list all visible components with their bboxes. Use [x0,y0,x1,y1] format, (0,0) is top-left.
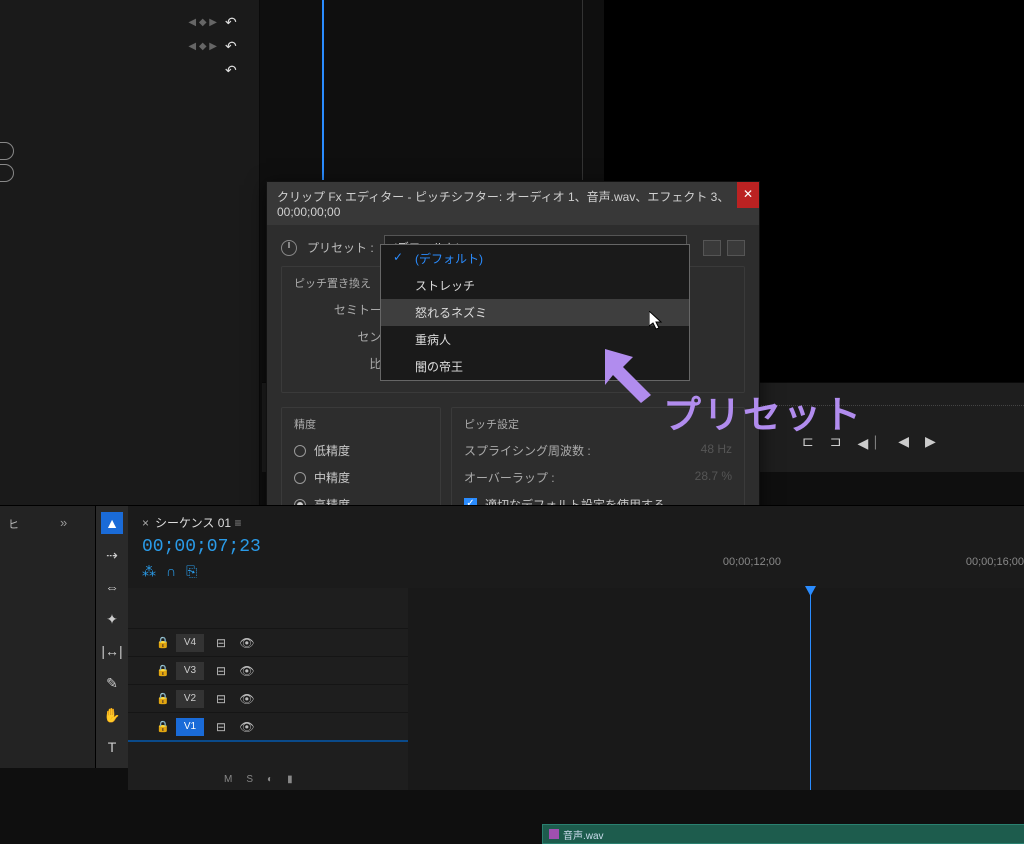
lock-icon[interactable]: 🔒 [156,636,168,649]
preset-option-dark-emperor[interactable]: 闇の帝王 [381,353,689,380]
splicing-value: 48 Hz [701,442,732,459]
ripple-edit-tool-icon[interactable]: ⇔ [101,576,123,598]
linked-selection-icon[interactable]: ⎘ [186,563,197,580]
panel-divider[interactable] [582,0,583,180]
time-ruler[interactable]: 00;00;12;00 00;00;16;00 [538,556,1024,568]
preset-option-stretch[interactable]: ストレッチ [381,272,689,299]
fx-badge-icon [549,829,559,839]
dialog-titlebar[interactable]: クリップ Fx エディター - ピッチシフター: オーディオ 1、音声.wav、… [267,182,759,225]
timeline-tools: ▲ ⇢ ⇔ ✦ |↔| ✎ ✋ T [96,506,128,768]
keyframe-nav-row: ◀ ◆ ▶ ↶ [0,10,259,34]
mark-in-icon[interactable]: ⊏ [802,433,814,453]
video-track-v1[interactable]: 🔒 V1 ⊟ 👁 [128,712,408,740]
track-select-tool-icon[interactable]: ⇢ [101,544,123,566]
preset-option-angry-mouse[interactable]: 怒れるネズミ [381,299,689,326]
audio-clip[interactable]: 音声.wav [542,824,1024,844]
eye-icon[interactable]: 👁 [238,664,256,678]
slip-tool-icon[interactable]: |↔| [101,640,123,662]
track-headers: 🔒 V4 ⊟ 👁 🔒 V3 ⊟ 👁 🔒 V2 ⊟ 👁 [128,588,408,790]
selection-tool-icon[interactable]: ▲ [101,512,123,534]
snap-icon[interactable]: ⁂ [142,563,156,580]
preset-option-default[interactable]: (デフォルト) [381,245,689,272]
type-tool-icon[interactable]: T [101,736,123,758]
close-button[interactable]: ✕ [737,182,759,208]
transport-controls: ⊏ ⊐ ◀｜ ◀ ▶ [802,433,936,453]
effects-panel-left: ◀ ◆ ▶ ↶ ◀ ◆ ▶ ↶ ↶ [0,0,260,505]
eye-icon[interactable]: 👁 [238,636,256,650]
delete-preset-icon[interactable] [727,240,745,256]
preset-dropdown-list: (デフォルト) ストレッチ 怒れるネズミ 重病人 闇の帝王 [380,244,690,381]
timeline-panel: ヒ » ▲ ⇢ ⇔ ✦ |↔| ✎ ✋ T ×シーケンス 01 ≡ 00;00;… [0,505,1024,768]
lock-icon[interactable]: 🔒 [156,720,168,733]
track-label[interactable]: V1 [176,718,204,736]
step-back-icon[interactable]: ◀ [898,433,909,453]
prev-frame-icon[interactable]: ◀｜ [857,433,882,453]
timeline-header: ×シーケンス 01 ≡ 00;00;07;23 ⁂ ∩ ⎘ 00;00;12;0… [128,506,1024,588]
save-preset-icon[interactable] [703,240,721,256]
power-toggle-icon[interactable] [281,240,297,256]
preset-label: プリセット : [307,239,374,256]
video-track-v2[interactable]: 🔒 V2 ⊟ 👁 [128,684,408,712]
timeline-canvas[interactable]: 音声.wav [408,588,1024,790]
splicing-label: スプライシング周波数 : [464,442,591,459]
track-label[interactable]: V3 [176,662,204,680]
lock-icon[interactable]: 🔒 [156,692,168,705]
group-title: ピッチ設定 [464,416,732,432]
keyframe-diamonds[interactable]: ◀ ◆ ▶ [188,41,217,52]
solo-toggle[interactable]: S [246,774,253,785]
sync-lock-icon[interactable]: ⊟ [212,692,230,706]
reset-icon[interactable]: ↶ [225,14,241,30]
chain-link-icon[interactable] [0,142,14,160]
hand-tool-icon[interactable]: ✋ [101,704,123,726]
sequence-tab[interactable]: ×シーケンス 01 ≡ [142,514,1010,531]
keyframe-icon[interactable]: ▮ [287,774,293,785]
reset-icon[interactable]: ↶ [225,38,241,54]
reset-icon[interactable]: ↶ [225,62,241,78]
chain-link-icon[interactable] [0,164,14,182]
magnet-icon[interactable]: ∩ [166,563,176,580]
eye-icon[interactable]: 👁 [238,720,256,734]
dialog-title-text: クリップ Fx エディター - ピッチシフター: オーディオ 1、音声.wav、… [277,190,729,219]
sync-lock-icon[interactable]: ⊟ [212,720,230,734]
precision-low-radio[interactable]: 低精度 [294,442,428,459]
play-icon[interactable]: ▶ [925,433,936,453]
lock-icon[interactable]: 🔒 [156,664,168,677]
overlap-value: 28.7 % [695,469,732,486]
ruler-tick: 00;00;12;00 [723,556,781,568]
overlap-label: オーバーラップ : [464,469,555,486]
sync-lock-icon[interactable]: ⊟ [212,664,230,678]
keyframe-nav-row: ↶ [0,58,259,82]
keyframe-nav-row: ◀ ◆ ▶ ↶ [0,34,259,58]
audio-track-controls: M S ◐ ▮ [128,768,408,790]
precision-mid-radio[interactable]: 中精度 [294,469,428,486]
mark-out-icon[interactable]: ⊐ [830,433,842,453]
video-track-v4[interactable]: 🔒 V4 ⊟ 👁 [128,628,408,656]
razor-tool-icon[interactable]: ✦ [101,608,123,630]
timecode-display[interactable]: 00;00;07;23 [142,537,1010,557]
playhead-preview [322,0,324,180]
preset-option-sick[interactable]: 重病人 [381,326,689,353]
video-track-v3[interactable]: 🔒 V3 ⊟ 👁 [128,656,408,684]
sync-lock-icon[interactable]: ⊟ [212,636,230,650]
ruler-tick: 00;00;16;00 [966,556,1024,568]
mute-toggle[interactable]: M [224,774,232,785]
playhead[interactable] [810,588,811,790]
group-title: 精度 [294,416,428,432]
panel-tab[interactable]: ヒ [0,506,46,768]
eye-icon[interactable]: 👁 [238,692,256,706]
pen-tool-icon[interactable]: ✎ [101,672,123,694]
voice-over-icon[interactable]: ◐ [267,774,273,785]
panel-menu-icon[interactable]: » [46,506,67,768]
track-label[interactable]: V2 [176,690,204,708]
keyframe-diamonds[interactable]: ◀ ◆ ▶ [188,17,217,28]
track-label[interactable]: V4 [176,634,204,652]
